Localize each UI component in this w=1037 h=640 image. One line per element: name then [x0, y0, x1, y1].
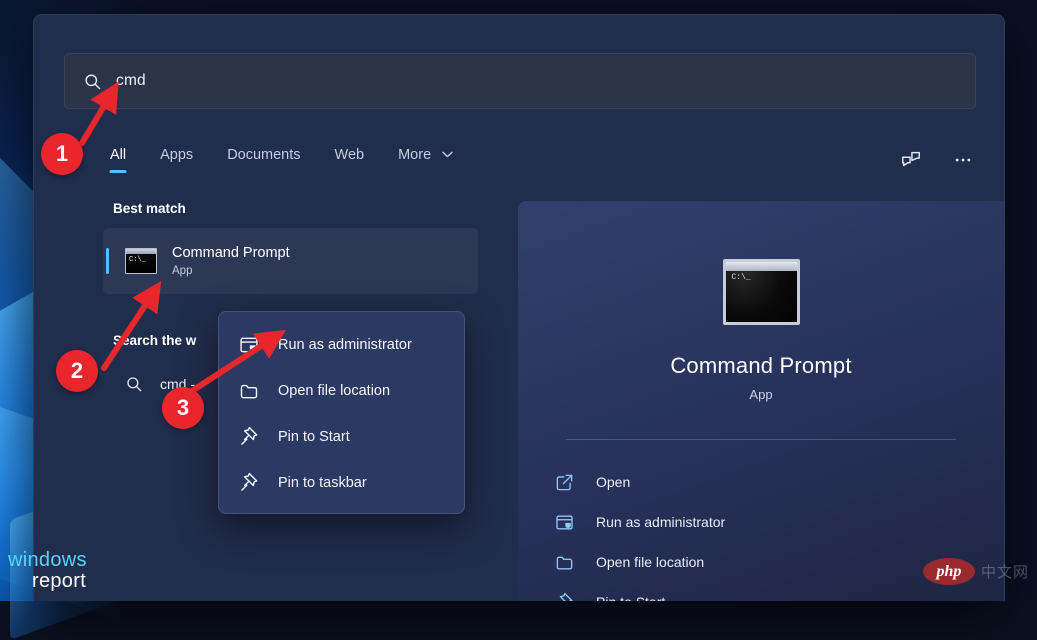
annotation-badge-3: 3 — [162, 387, 204, 429]
watermark-line-1: windows — [8, 550, 87, 571]
php-logo: php — [923, 558, 975, 585]
annotation-arrow-3 — [0, 0, 1037, 601]
windows-report-watermark: windows report — [8, 550, 87, 592]
watermark-line-2: report — [32, 571, 87, 592]
annotation-badge-2: 2 — [56, 350, 98, 392]
php-watermark-text: 中文网 — [981, 561, 1029, 582]
php-watermark: php 中文网 — [923, 558, 1029, 585]
annotation-badge-1: 1 — [41, 133, 83, 175]
